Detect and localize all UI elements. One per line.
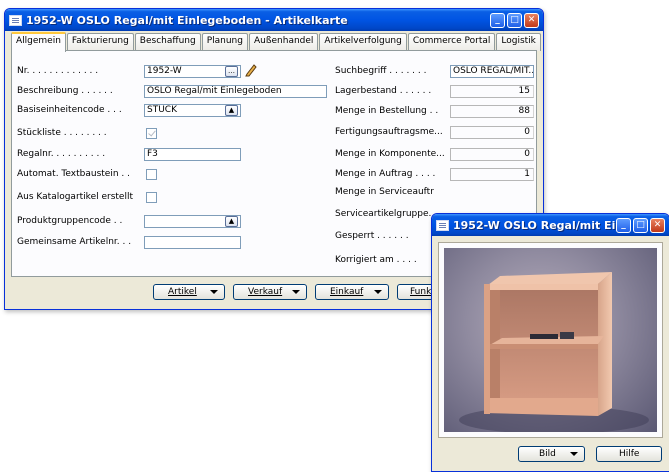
sales-menu-button[interactable]: Verkauf [233, 284, 307, 300]
label-menge-in-auftrag: Menge in Auftrag . . . . [335, 169, 436, 179]
inventory-value[interactable]: 15 [450, 85, 534, 98]
chevron-down-icon [374, 290, 382, 294]
label-korrigiert-am: Korrigiert am . . . . [335, 255, 417, 265]
label-automat-textbaustein: Automat. Textbaustein . . [17, 169, 130, 179]
picture-titlebar[interactable]: 1952-W OSLO Regal/mit Einl... _ □ ✕ [432, 214, 669, 236]
close-icon[interactable]: ✕ [524, 12, 539, 28]
maximize-icon[interactable]: □ [507, 12, 522, 28]
tab-allgemein[interactable]: Allgemein [11, 32, 66, 52]
dropdown-arrow-up-icon[interactable]: ▲ [225, 216, 238, 227]
picture-frame [438, 242, 663, 438]
tab-strip: Allgemein Fakturierung Beschaffung Planu… [11, 32, 542, 52]
tab-logistik[interactable]: Logistik [496, 33, 541, 51]
label-nr: Nr. . . . . . . . . . . . . [17, 66, 99, 76]
bom-checkbox[interactable] [146, 128, 157, 139]
common-item-number-field[interactable] [144, 236, 241, 249]
label-regalnr: Regalnr. . . . . . . . . . [17, 149, 106, 159]
dropdown-arrow-up-icon[interactable]: ▲ [225, 105, 238, 116]
item-menu-button[interactable]: Artikel [153, 284, 225, 300]
label-stueckliste: Stückliste . . . . . . . . [17, 128, 107, 138]
tab-commerce-portal[interactable]: Commerce Portal [407, 33, 496, 51]
label-menge-in-serviceauftrag: Menge in Serviceauftr [335, 187, 434, 197]
sales-menu-label: Verkauf [248, 287, 283, 297]
label-serviceartikelgruppe: Serviceartikelgruppe. [335, 209, 432, 219]
auto-text-checkbox[interactable] [146, 169, 157, 180]
purchase-menu-button[interactable]: Einkauf [315, 284, 389, 300]
lookup-ellipsis-button[interactable]: … [225, 66, 238, 77]
tab-beschaffung[interactable]: Beschaffung [134, 33, 201, 51]
close-icon[interactable]: ✕ [650, 217, 665, 233]
label-beschreibung: Beschreibung . . . . . . [17, 86, 113, 96]
label-lagerbestand: Lagerbestand . . . . . . [335, 86, 432, 96]
window-app-icon[interactable] [436, 219, 449, 231]
label-aus-katalogartikel: Aus Katalogartikel erstellt [17, 192, 133, 202]
window-app-icon[interactable] [9, 14, 22, 26]
tab-fakturierung[interactable]: Fakturierung [66, 33, 134, 51]
shelf-number-field[interactable]: F3 [144, 148, 241, 161]
help-label: Hilfe [619, 449, 640, 459]
picture-window: 1952-W OSLO Regal/mit Einl... _ □ ✕ [431, 213, 669, 472]
qty-on-prod-order-value[interactable]: 0 [450, 126, 534, 139]
minimize-icon[interactable]: _ [490, 12, 505, 28]
label-gesperrt: Gesperrt . . . . . . [335, 231, 409, 241]
label-fertigungsauftragsmenge: Fertigungsauftragsme... [335, 127, 443, 137]
item-menu-label: Artikel [168, 287, 197, 297]
chevron-down-icon [570, 452, 578, 456]
label-basiseinheitencode: Basiseinheitencode . . . [17, 105, 122, 115]
label-gemeinsame-artikelnr: Gemeinsame Artikelnr. . . [17, 237, 132, 247]
qty-on-purchase-order-value[interactable]: 88 [450, 105, 534, 118]
label-suchbegriff: Suchbegriff . . . . . . . [335, 66, 427, 76]
search-term-field[interactable]: OSLO REGAL/MIT... [450, 65, 534, 78]
tab-artikelverfolgung[interactable]: Artikelverfolgung [319, 33, 407, 51]
help-button[interactable]: Hilfe [596, 446, 662, 462]
label-menge-in-komponente: Menge in Komponente... [335, 149, 445, 159]
description-field[interactable]: OSLO Regal/mit Einlegeboden [144, 85, 327, 98]
purchase-menu-label: Einkauf [330, 287, 364, 297]
label-produktgruppencode: Produktgruppencode . . [17, 216, 123, 226]
catalog-item-checkbox[interactable] [146, 192, 157, 203]
picture-window-title: 1952-W OSLO Regal/mit Einl... [453, 218, 616, 232]
picture-menu-button[interactable]: Bild [518, 446, 585, 462]
tab-aussenhandel[interactable]: Außenhandel [248, 33, 319, 51]
edit-pencil-icon[interactable] [244, 63, 258, 77]
shelf-product-image [444, 248, 657, 432]
qty-on-sales-order-value[interactable]: 1 [450, 168, 534, 181]
item-card-titlebar[interactable]: 1952-W OSLO Regal/mit Einlegeboden - Art… [5, 9, 543, 31]
label-menge-in-bestellung: Menge in Bestellung . . [335, 106, 439, 116]
item-card-title: 1952-W OSLO Regal/mit Einlegeboden - Art… [26, 13, 348, 27]
qty-on-component-value[interactable]: 0 [450, 148, 534, 161]
chevron-down-icon [210, 290, 218, 294]
tab-planung[interactable]: Planung [201, 33, 248, 51]
maximize-icon[interactable]: □ [633, 217, 648, 233]
chevron-down-icon [292, 290, 300, 294]
picture-menu-label: Bild [539, 449, 556, 459]
minimize-icon[interactable]: _ [616, 217, 631, 233]
